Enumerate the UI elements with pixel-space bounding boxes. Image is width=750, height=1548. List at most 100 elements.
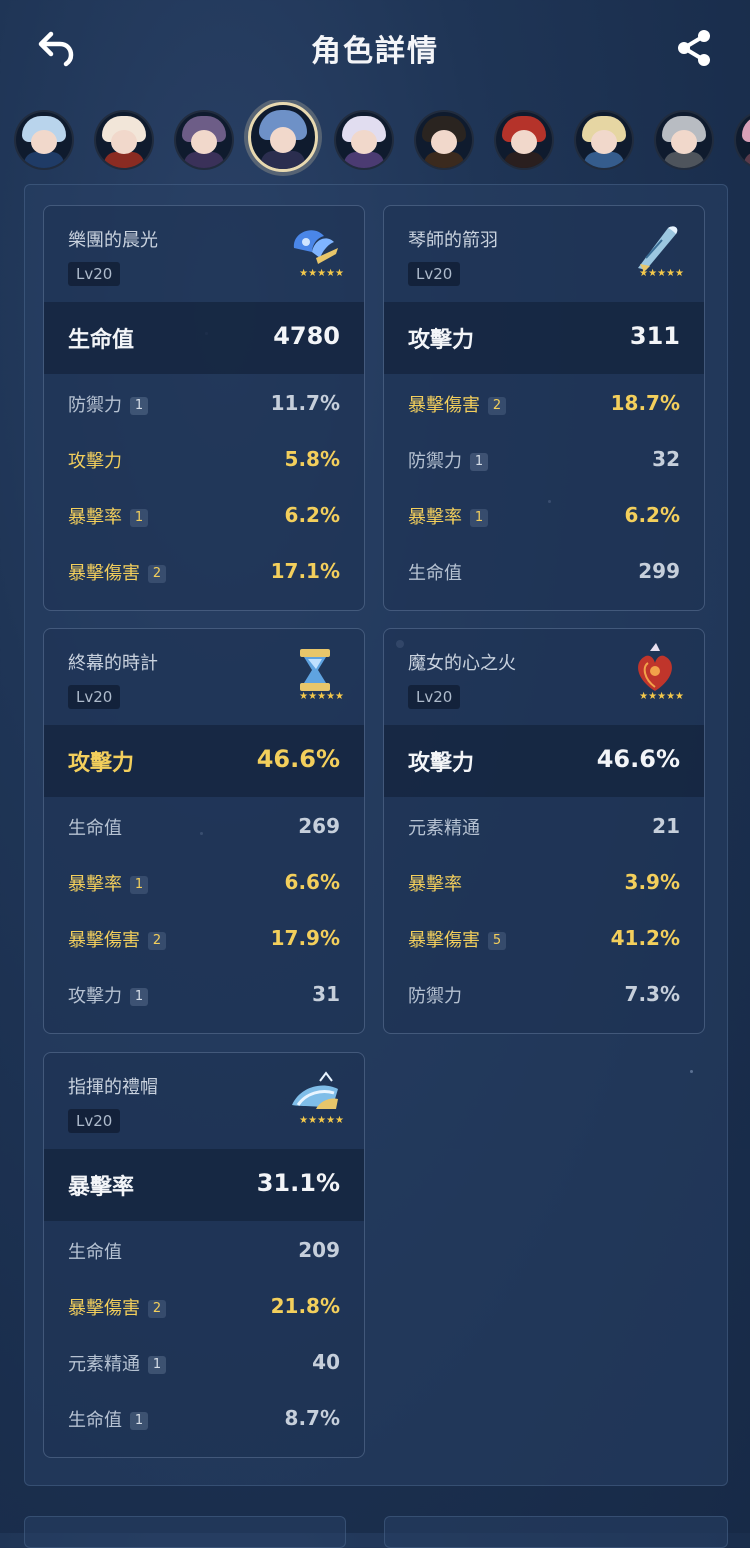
rarity-stars: ★★★★★: [639, 268, 684, 279]
artifact-level: Lv20: [68, 262, 121, 286]
avatar-character-6[interactable]: [414, 110, 474, 170]
sub-stat-label: 生命值: [68, 1242, 122, 1263]
sub-stat-value: 17.1%: [270, 559, 340, 583]
artifact-name: 魔女的心之火: [408, 653, 516, 674]
sub-stat-label: 暴擊傷害 5: [408, 926, 506, 952]
share-button[interactable]: [670, 24, 718, 72]
sub-stat: 生命值 1 8.7%: [44, 1391, 364, 1447]
sub-stat-value: 32: [652, 447, 680, 471]
rarity-stars: ★★★★★: [299, 1115, 344, 1126]
main-stat: 生命值 4780: [44, 302, 364, 374]
character-selector: [0, 100, 750, 180]
sub-stat: 暴擊率 1 6.2%: [44, 488, 364, 544]
main-stat: 攻擊力 311: [384, 302, 704, 374]
sub-stat: 元素精通 1 40: [44, 1335, 364, 1391]
artifact-name: 琴師的箭羽: [408, 230, 498, 251]
share-icon: [678, 30, 710, 66]
avatar-face: [671, 130, 697, 154]
sub-stat-value: 17.9%: [270, 926, 340, 950]
sub-stat: 攻擊力 1 31: [44, 967, 364, 1023]
avatar-body: [744, 152, 750, 168]
artifact-card[interactable]: 指揮的禮帽 Lv20 ★★★★★ 暴擊率 31.1% 生命值 209 暴擊傷害 2 2…: [43, 1052, 365, 1458]
avatar-character-2[interactable]: [94, 110, 154, 170]
avatar-character-1[interactable]: [14, 110, 74, 170]
sub-stat-label: 暴擊傷害 2: [408, 391, 506, 417]
roll-count-badge: 5: [488, 932, 506, 950]
sub-stat-value: 299: [638, 559, 680, 583]
avatar-character-7[interactable]: [494, 110, 554, 170]
sub-stat-label: 暴擊率: [408, 874, 462, 895]
artifact-card[interactable]: 樂團的晨光 Lv20 ★★★★★ 生命值 4780 防禦力 1 11.7% 攻擊力 5…: [43, 205, 365, 611]
sub-stat-label: 暴擊傷害 2: [68, 1294, 166, 1320]
main-stat-value: 46.6%: [596, 745, 680, 773]
avatar-face: [31, 130, 57, 154]
roll-count-badge: 2: [148, 932, 166, 950]
avatar-character-3[interactable]: [174, 110, 234, 170]
sub-stat-label: 攻擊力 1: [68, 982, 148, 1008]
avatar-character-8[interactable]: [574, 110, 634, 170]
sub-stat-value: 41.2%: [610, 926, 680, 950]
roll-count-badge: 2: [148, 565, 166, 583]
sub-stat: 暴擊傷害 2 17.9%: [44, 911, 364, 967]
sub-stat-value: 6.2%: [624, 503, 680, 527]
artifact-level: Lv20: [68, 1109, 121, 1133]
main-stat-value: 31.1%: [256, 1169, 340, 1197]
sub-stat-value: 40: [312, 1350, 340, 1374]
sub-stat-value: 6.2%: [284, 503, 340, 527]
sub-stat-label: 防禦力: [408, 986, 462, 1007]
main-stat-label: 攻擊力: [408, 328, 475, 353]
roll-count-badge: 1: [130, 1412, 148, 1430]
roll-count-badge: 1: [130, 988, 148, 1006]
sub-stat-label: 元素精通: [408, 818, 480, 839]
page-title: 角色詳情: [311, 34, 439, 69]
header: 角色詳情: [0, 0, 750, 95]
sub-stat-value: 21.8%: [270, 1294, 340, 1318]
sub-stat-label: 暴擊傷害 2: [68, 559, 166, 585]
avatar-face: [431, 130, 457, 154]
sub-stat-label: 攻擊力: [68, 451, 122, 472]
main-stat-value: 4780: [273, 322, 340, 350]
rarity-stars: ★★★★★: [299, 691, 344, 702]
avatar-character-4[interactable]: [248, 102, 318, 172]
roll-count-badge: 1: [130, 397, 148, 415]
sub-stat: 暴擊率 3.9%: [384, 855, 704, 911]
rarity-stars: ★★★★★: [299, 268, 344, 279]
artifact-name: 指揮的禮帽: [68, 1077, 158, 1098]
artifact-card[interactable]: 琴師的箭羽 Lv20 ★★★★★ 攻擊力 311 暴擊傷害 2 18.7% 防禦力 1 …: [383, 205, 705, 611]
sub-stat: 暴擊率 1 6.2%: [384, 488, 704, 544]
artifact-name: 終幕的時計: [68, 653, 158, 674]
sub-stat-label: 防禦力 1: [408, 447, 488, 473]
sub-stat: 暴擊傷害 2 18.7%: [384, 376, 704, 432]
sub-stat: 生命值 209: [44, 1223, 364, 1279]
artifact-card[interactable]: 終幕的時計 Lv20 ★★★★★ 攻擊力 46.6% 生命值 269 暴擊率 1 6.…: [43, 628, 365, 1034]
main-stat-label: 攻擊力: [68, 751, 135, 776]
avatar-character-9[interactable]: [654, 110, 714, 170]
next-panel-right: [384, 1516, 728, 1548]
sub-stat-value: 3.9%: [624, 870, 680, 894]
avatar-face: [111, 130, 137, 154]
avatar-face: [591, 130, 617, 154]
artifact-level: Lv20: [408, 685, 461, 709]
sub-stat-value: 209: [298, 1238, 340, 1262]
main-stat-value: 311: [629, 322, 680, 350]
roll-count-badge: 1: [470, 509, 488, 527]
main-stat-label: 生命值: [68, 328, 135, 353]
sub-stat: 暴擊傷害 5 41.2%: [384, 911, 704, 967]
artifact-card[interactable]: 魔女的心之火 Lv20 ★★★★★ 攻擊力 46.6% 元素精通 21 暴擊率 3.…: [383, 628, 705, 1034]
artifact-level: Lv20: [68, 685, 121, 709]
avatar-body: [261, 151, 305, 169]
sub-stat: 暴擊傷害 2 17.1%: [44, 544, 364, 600]
sub-stat-value: 6.6%: [284, 870, 340, 894]
sub-stat: 生命值 299: [384, 544, 704, 600]
sub-stat: 暴擊傷害 2 21.8%: [44, 1279, 364, 1335]
sub-stat: 元素精通 21: [384, 799, 704, 855]
sub-stat-label: 暴擊率 1: [408, 503, 488, 529]
sub-stat: 防禦力 1 32: [384, 432, 704, 488]
sub-stat-label: 元素精通 1: [68, 1350, 166, 1376]
sub-stat-label: 暴擊率 1: [68, 870, 148, 896]
avatar-character-10[interactable]: [734, 110, 750, 170]
avatar-character-5[interactable]: [334, 110, 394, 170]
sub-stat: 暴擊率 1 6.6%: [44, 855, 364, 911]
avatar-face: [511, 130, 537, 154]
main-stat-label: 暴擊率: [68, 1175, 135, 1200]
